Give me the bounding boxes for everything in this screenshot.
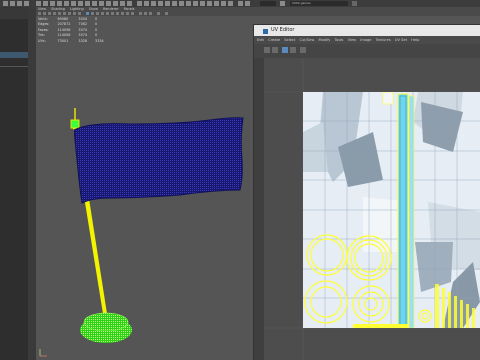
ipr-render-icon[interactable] [85, 1, 90, 6]
outliner-panel [0, 7, 28, 360]
film-gate-icon[interactable] [120, 1, 125, 6]
pole-top-handle[interactable] [70, 119, 80, 129]
flag-model[interactable] [36, 7, 254, 360]
flag-cloth[interactable] [73, 117, 244, 204]
wireframe-icon[interactable] [137, 1, 142, 6]
isolate-icon[interactable] [179, 1, 184, 6]
uv-menu-uv-sets[interactable]: UV Set [395, 38, 407, 42]
uv-menu-edit[interactable]: Edit [257, 38, 264, 42]
outliner-header [0, 7, 28, 19]
textured-icon[interactable] [151, 1, 156, 6]
uv-editor-app-icon [263, 29, 268, 34]
tool-lasso-icon[interactable] [10, 1, 15, 6]
tool-select-icon[interactable] [3, 1, 8, 6]
tool-paint-icon[interactable] [17, 1, 22, 6]
camera-icon[interactable] [106, 1, 111, 6]
hypershade-icon[interactable] [99, 1, 104, 6]
resolution-gate-icon[interactable] [127, 1, 132, 6]
uv-menu-modify[interactable]: Modify [318, 38, 330, 42]
snap-surface-icon[interactable] [64, 1, 69, 6]
snap-curve-icon[interactable] [43, 1, 48, 6]
render-icon[interactable] [78, 1, 83, 6]
xray-icon[interactable] [172, 1, 177, 6]
uv-toolbar-grid-icon[interactable] [264, 47, 270, 53]
snap-grid-icon[interactable] [36, 1, 41, 6]
uv-menu-view[interactable]: View [348, 38, 357, 42]
render-settings-icon[interactable] [92, 1, 97, 6]
grid-toggle-icon[interactable] [113, 1, 118, 6]
magnet-icon[interactable] [245, 1, 250, 6]
outliner-selected-row[interactable] [0, 52, 28, 58]
outliner-divider [0, 66, 28, 67]
uv-menu-create[interactable]: Create [268, 38, 280, 42]
uv-menu-select[interactable]: Select [284, 38, 295, 42]
uv-menu-tools[interactable]: Tools [335, 38, 344, 42]
camera-select[interactable]: 2000 games [290, 1, 348, 6]
history-icon[interactable] [71, 1, 76, 6]
color-mgmt-icon[interactable] [228, 1, 233, 6]
dropdown-icon[interactable] [352, 1, 357, 6]
lights-icon[interactable] [158, 1, 163, 6]
frame-field[interactable] [260, 1, 276, 6]
shadows-icon[interactable] [165, 1, 170, 6]
uv-editor-menu-bar: Edit Create Select Cut/Sew Modify Tools … [254, 36, 480, 44]
dof-icon[interactable] [193, 1, 198, 6]
ao-icon[interactable] [207, 1, 212, 6]
tool-move-icon[interactable] [24, 1, 29, 6]
exposure-icon[interactable] [221, 1, 226, 6]
uv-menu-help[interactable]: Help [411, 38, 419, 42]
snap-plane-icon[interactable] [57, 1, 62, 6]
panel-splitter[interactable] [28, 7, 36, 360]
uv-toolbar-filter-icon[interactable] [290, 47, 296, 53]
flag-base-upper[interactable] [83, 312, 129, 332]
aa-icon[interactable] [186, 1, 191, 6]
smooth-shade-icon[interactable] [144, 1, 149, 6]
uv-texture-tile[interactable] [303, 92, 480, 328]
lock-icon[interactable] [238, 1, 243, 6]
uv-editor-title: UV Editor [271, 27, 295, 33]
uv-menu-cut-sew[interactable]: Cut/Sew [299, 38, 314, 42]
uv-editor-side-tools [254, 58, 264, 360]
uv-toolbar-texture-icon[interactable] [282, 47, 288, 53]
frame-step-icon[interactable] [280, 1, 285, 6]
uv-menu-image[interactable]: Image [360, 38, 371, 42]
uv-toolbar-snap-icon[interactable] [272, 47, 278, 53]
uv-texture-image [303, 92, 480, 328]
camera-select-value: 2000 games [292, 1, 311, 5]
uv-menu-textures[interactable]: Textures [376, 38, 391, 42]
uv-toolbar-shade-icon[interactable] [300, 47, 306, 53]
snap-point-icon[interactable] [50, 1, 55, 6]
motion-blur-icon[interactable] [200, 1, 205, 6]
gamma-icon[interactable] [214, 1, 219, 6]
